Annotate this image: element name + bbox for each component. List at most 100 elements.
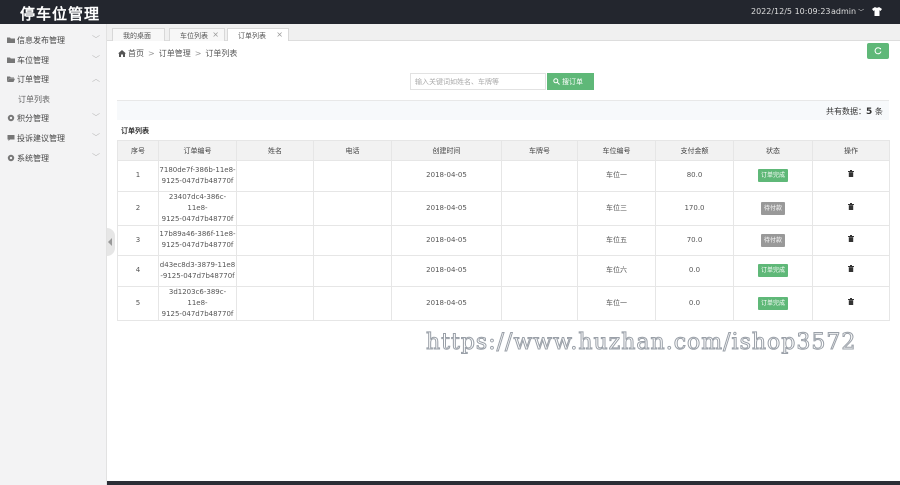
trash-icon[interactable] [848, 202, 854, 210]
cell-order-no: d43ec8d3-3879-11e8 -9125-047d7b48770f [158, 255, 237, 287]
sidebar-item-parking-spots[interactable]: 车位管理 ﹀ [0, 52, 107, 68]
chevron-down-icon: ﹀ [92, 113, 100, 122]
column-header: 创建时间 [391, 140, 502, 161]
top-bar: 停车位管理 2022/12/5 10:09:23 admin ﹀ [0, 0, 900, 24]
cell-created: 2018-04-05 [391, 255, 502, 287]
total-count: 共有数据：5 条 [826, 106, 883, 117]
cell-order-no: 7180de7f-386b-11e8- 9125-047d7b48770f [158, 160, 237, 192]
sidebar-item-orders[interactable]: 订单管理 ︿ [0, 71, 107, 87]
chevron-down-icon: ﹀ [92, 153, 100, 162]
order-no-line: -9125-047d7b48770f [160, 271, 235, 280]
sidebar-item-label: 投诉建议管理 [17, 134, 65, 143]
cell-seq: 5 [117, 285, 159, 321]
cell-seq: 4 [117, 255, 159, 287]
sidebar-item-system[interactable]: 系统管理 ﹀ [0, 150, 107, 166]
cell-plate [501, 190, 578, 226]
tab-label: 订单列表 [238, 32, 266, 40]
close-icon[interactable]: × [276, 30, 283, 39]
cell-actions [812, 224, 890, 256]
tab-order-list[interactable]: 订单列表 × [227, 28, 289, 41]
trash-icon[interactable] [848, 170, 854, 178]
folder-icon [7, 37, 15, 43]
sidebar-subitem-order-list[interactable]: 订单列表 [18, 94, 50, 105]
column-header: 电话 [313, 140, 392, 161]
cell-phone [313, 160, 392, 192]
sidebar-item-label: 积分管理 [17, 114, 49, 123]
app-title: 停车位管理 [20, 5, 101, 23]
sidebar-collapse-toggle[interactable] [107, 228, 115, 256]
cell-phone [313, 190, 392, 226]
status-badge: 订单完成 [757, 169, 788, 183]
breadcrumb-order-list: 订单列表 [205, 49, 238, 58]
cell-spot: 车位一 [577, 285, 656, 321]
sidebar-item-info-publish[interactable]: 信息发布管理 ﹀ [0, 32, 107, 48]
cell-status: 待付款 [733, 224, 813, 256]
cell-name [236, 160, 314, 192]
breadcrumb: 首页 > 订单管理 > 订单列表 [118, 48, 237, 59]
trash-icon[interactable] [848, 265, 854, 273]
cell-spot: 车位三 [577, 190, 656, 226]
folder-open-icon [7, 76, 15, 82]
cell-phone [313, 224, 392, 256]
table-row: 3 17b89a46-386f-11e8- 9125-047d7b48770f 2… [117, 224, 890, 256]
breadcrumb-home[interactable]: 首页 [128, 49, 144, 58]
breadcrumb-orders[interactable]: 订单管理 [159, 49, 191, 58]
cell-amount: 80.0 [655, 160, 734, 192]
search-button-label: 搜订单 [562, 77, 583, 86]
order-no-line: d43ec8d3-3879-11e8 [159, 260, 236, 269]
order-no-line: 7180de7f-386b-11e8- [159, 165, 236, 174]
table-header-row: 序号 订单编号 姓名 电话 创建时间 车牌号 车位编号 支付金额 状态 操作 [117, 140, 890, 161]
cell-seq: 2 [117, 190, 159, 226]
total-count-value: 5 [866, 107, 873, 117]
sidebar-item-points[interactable]: 积分管理 ﹀ [0, 110, 107, 126]
column-header: 订单编号 [158, 140, 237, 161]
cell-phone [313, 285, 392, 321]
cell-actions [812, 255, 890, 287]
theme-shirt-icon[interactable] [872, 7, 882, 16]
cell-created: 2018-04-05 [391, 285, 502, 321]
user-name: admin [831, 7, 857, 16]
order-no-line: 9125-047d7b48770f [161, 214, 234, 223]
chevron-down-icon: ﹀ [92, 133, 100, 142]
table-row: 1 7180de7f-386b-11e8- 9125-047d7b48770f 2… [117, 160, 890, 192]
cell-status: 订单完成 [733, 160, 813, 192]
user-menu[interactable]: admin ﹀ [831, 7, 864, 16]
column-header: 操作 [812, 140, 890, 161]
cell-phone [313, 255, 392, 287]
home-icon [118, 50, 126, 57]
sidebar-item-label: 车位管理 [17, 56, 49, 65]
cell-status: 待付款 [733, 190, 813, 226]
chevron-down-icon: ﹀ [858, 9, 865, 16]
column-header: 车牌号 [501, 140, 578, 161]
table-row: 2 23407dc4-386c-11e8- 9125-047d7b48770f 2… [117, 190, 890, 226]
cell-amount: 70.0 [655, 224, 734, 256]
cell-amount: 170.0 [655, 190, 734, 226]
gear-icon [7, 154, 15, 162]
close-icon[interactable]: × [212, 30, 219, 39]
cell-plate [501, 285, 578, 321]
trash-icon[interactable] [848, 234, 854, 242]
cell-created: 2018-04-05 [391, 224, 502, 256]
tab-label: 车位列表 [180, 32, 208, 40]
cell-order-no: 23407dc4-386c-11e8- 9125-047d7b48770f [158, 190, 237, 226]
refresh-button[interactable] [867, 43, 889, 59]
trash-icon[interactable] [848, 297, 854, 305]
total-count-unit: 条 [874, 107, 883, 116]
chat-icon [7, 135, 15, 141]
sidebar-item-complaints[interactable]: 投诉建议管理 ﹀ [0, 130, 107, 146]
sidebar-item-label: 系统管理 [17, 154, 49, 163]
cell-status: 订单完成 [733, 255, 813, 287]
order-no-line: 9125-047d7b48770f [161, 309, 234, 318]
search-input[interactable] [410, 73, 546, 90]
cell-name [236, 190, 314, 226]
sidebar: 信息发布管理 ﹀ 车位管理 ﹀ 订单管理 ︿ 订单列表 积分管理 ﹀ 投诉建议管… [0, 24, 107, 485]
tab-my-desktop[interactable]: 我的桌面 [112, 28, 165, 41]
cell-name [236, 285, 314, 321]
table-row: 4 d43ec8d3-3879-11e8 -9125-047d7b48770f 2… [117, 255, 890, 287]
tab-parking-list[interactable]: 车位列表 × [169, 28, 225, 41]
search-orders-button[interactable]: 搜订单 [547, 73, 594, 90]
status-badge: 待付款 [760, 233, 785, 247]
order-no-line: 9125-047d7b48770f [161, 241, 234, 250]
cell-status: 订单完成 [733, 285, 813, 321]
cell-spot: 车位六 [577, 255, 656, 287]
